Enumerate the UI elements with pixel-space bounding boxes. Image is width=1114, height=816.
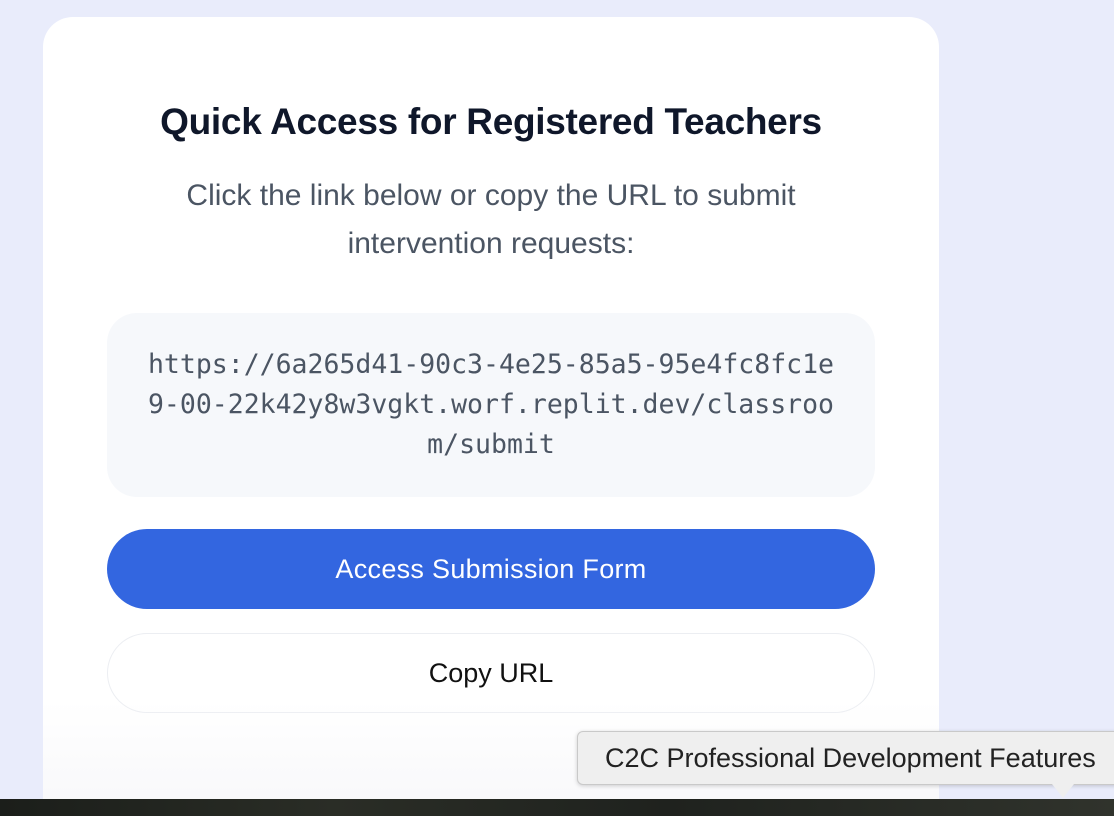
taskbar — [0, 799, 1114, 816]
submission-url[interactable]: https://6a265d41-90c3-4e25-85a5-95e4fc8f… — [141, 345, 841, 465]
tooltip-text: C2C Professional Development Features — [605, 742, 1096, 773]
quick-access-card: Quick Access for Registered Teachers Cli… — [43, 17, 939, 816]
card-subtitle: Click the link below or copy the URL to … — [186, 179, 796, 260]
url-box: https://6a265d41-90c3-4e25-85a5-95e4fc8f… — [107, 313, 875, 497]
card-title: Quick Access for Registered Teachers — [160, 101, 822, 142]
tooltip-arrow — [1052, 784, 1074, 798]
taskbar-tooltip: C2C Professional Development Features — [577, 731, 1114, 785]
access-submission-form-button[interactable]: Access Submission Form — [107, 529, 875, 609]
copy-url-button[interactable]: Copy URL — [107, 633, 875, 713]
